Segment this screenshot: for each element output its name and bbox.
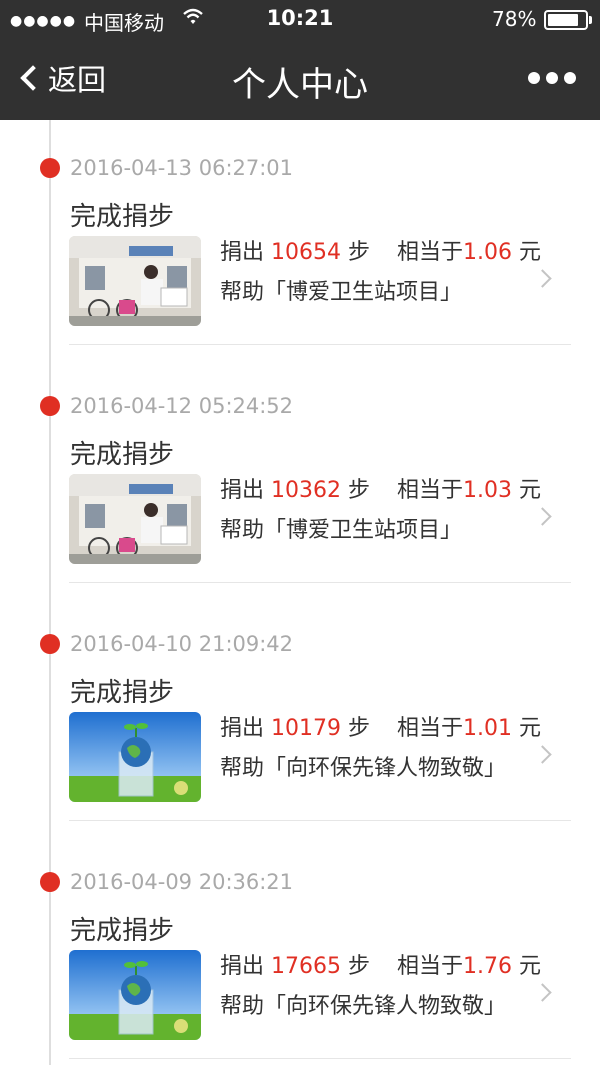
record-timestamp: 2016-04-10 21:09:42 bbox=[70, 632, 294, 656]
divider bbox=[69, 820, 571, 821]
donation-record[interactable]: 2016-04-09 20:36:21 完成捐步 捐出 17665 步 相当于1… bbox=[0, 834, 600, 1072]
record-title: 完成捐步 bbox=[70, 678, 175, 708]
donation-summary: 捐出 10362 步 相当于1.03 元 bbox=[220, 478, 542, 503]
donation-record[interactable]: 2016-04-13 06:27:01 完成捐步 捐出 10654 步 相当于1… bbox=[0, 120, 600, 358]
chevron-right-icon[interactable] bbox=[533, 745, 552, 764]
record-timestamp: 2016-04-13 06:27:01 bbox=[70, 156, 294, 180]
battery-percentage: 78% bbox=[492, 7, 537, 31]
amount-value: 1.01 bbox=[463, 716, 513, 741]
amount-value: 1.06 bbox=[463, 240, 513, 265]
steps-value: 10654 bbox=[271, 240, 342, 265]
clinic-photo bbox=[69, 236, 201, 326]
globe-sprout-photo bbox=[69, 950, 201, 1040]
navigation-bar: 返回 个人中心 bbox=[0, 38, 600, 120]
amount-value: 1.03 bbox=[463, 478, 513, 503]
page-title: 个人中心 bbox=[232, 65, 368, 105]
divider bbox=[69, 1058, 571, 1059]
donation-summary: 捐出 10654 步 相当于1.06 元 bbox=[220, 240, 542, 265]
project-name: 帮助「博爱卫生站项目」 bbox=[220, 280, 463, 305]
chevron-right-icon[interactable] bbox=[533, 507, 552, 526]
steps-value: 17665 bbox=[271, 954, 342, 979]
clinic-photo bbox=[69, 474, 201, 564]
timeline-dot bbox=[40, 396, 60, 416]
more-dots-icon bbox=[528, 72, 540, 84]
chevron-right-icon[interactable] bbox=[533, 983, 552, 1002]
globe-sprout-photo bbox=[69, 712, 201, 802]
more-options-button[interactable] bbox=[528, 72, 576, 86]
divider bbox=[69, 344, 571, 345]
timeline-dot bbox=[40, 158, 60, 178]
donation-summary: 捐出 10179 步 相当于1.01 元 bbox=[220, 716, 542, 741]
record-title: 完成捐步 bbox=[70, 440, 175, 470]
divider bbox=[69, 582, 571, 583]
timeline-dot bbox=[40, 634, 60, 654]
amount-value: 1.76 bbox=[463, 954, 513, 979]
project-name: 帮助「向环保先锋人物致敬」 bbox=[220, 756, 507, 781]
steps-value: 10179 bbox=[271, 716, 342, 741]
record-timestamp: 2016-04-12 05:24:52 bbox=[70, 394, 294, 418]
donation-record[interactable]: 2016-04-12 05:24:52 完成捐步 捐出 10362 步 相当于1… bbox=[0, 358, 600, 596]
battery-icon bbox=[544, 10, 588, 30]
battery-tip bbox=[589, 16, 592, 24]
status-bar: ●●●●● 中国移动 10:21 78% bbox=[0, 0, 600, 38]
steps-value: 10362 bbox=[271, 478, 342, 503]
donation-record[interactable]: 2016-04-10 21:09:42 完成捐步 捐出 10179 步 相当于1… bbox=[0, 596, 600, 834]
chevron-right-icon[interactable] bbox=[533, 269, 552, 288]
timeline-dot bbox=[40, 872, 60, 892]
record-timestamp: 2016-04-09 20:36:21 bbox=[70, 870, 294, 894]
record-title: 完成捐步 bbox=[70, 916, 175, 946]
project-name: 帮助「向环保先锋人物致敬」 bbox=[220, 994, 507, 1019]
donation-summary: 捐出 17665 步 相当于1.76 元 bbox=[220, 954, 542, 979]
record-title: 完成捐步 bbox=[70, 202, 175, 232]
project-name: 帮助「博爱卫生站项目」 bbox=[220, 518, 463, 543]
